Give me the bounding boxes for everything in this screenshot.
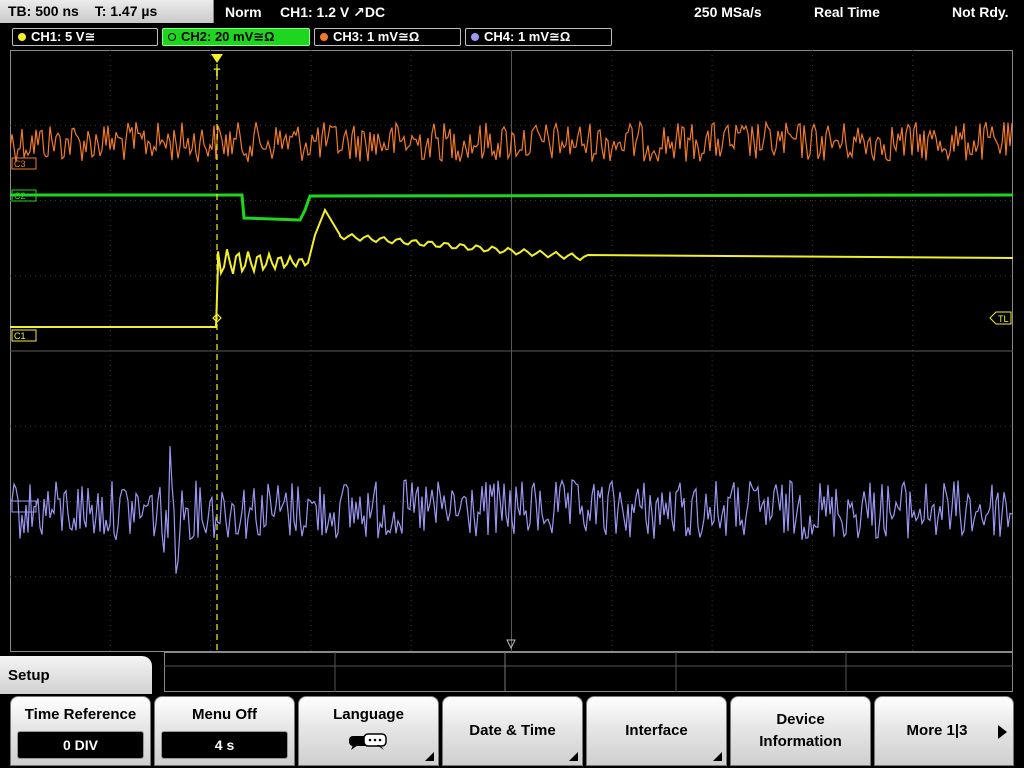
timebase-readout[interactable]: TB: 500 ns T: 1.47 µs [0,0,214,23]
status-bar: TB: 500 ns T: 1.47 µs Norm CH1: 1.2 V ↗D… [0,0,1024,24]
timebase-value: TB: 500 ns [8,3,79,19]
trigger-position-label: T [214,67,221,79]
submenu-indicator-icon [713,752,722,761]
interface-button[interactable]: Interface [586,696,727,766]
ch3-color-icon [320,33,328,41]
device-information-button[interactable]: Device Information [730,696,871,766]
trigger-time-value: T: 1.47 µs [94,3,158,19]
menu-off-value: 4 s [161,731,288,759]
ch3-marker-label: C3 [14,159,26,169]
ch1-marker-label: C1 [14,331,26,341]
device-information-text: Device Information [731,697,870,765]
ch2-label: CH2: 20 mV≅Ω [181,29,275,44]
trigger-mode[interactable]: Norm [225,0,262,24]
arrow-right-icon [998,725,1007,739]
trigger-setting[interactable]: CH1: 1.2 V ↗DC [280,0,385,24]
acquisition-mode: Real Time [814,4,880,20]
device-information-line2: Information [759,733,842,750]
trigger-level-label: TL [998,314,1009,324]
submenu-indicator-icon [425,752,434,761]
interface-label: Interface [625,722,688,739]
sample-rate: 250 MSa/s [694,4,762,20]
date-time-label: Date & Time [469,722,556,739]
more-button[interactable]: More 1|3 [874,696,1014,766]
time-reference-button[interactable]: Time Reference 0 DIV [10,696,151,766]
info-strip [164,652,1013,692]
time-reference-value: 0 DIV [17,731,144,759]
speech-bubbles-icon [349,733,387,750]
waveform-display[interactable]: T C3 C2 C1 TL [10,50,1013,652]
ch3-label: CH3: 1 mV≅Ω [333,29,420,44]
menu-section-title: Setup [0,656,152,696]
tab-ch3[interactable]: CH3: 1 mV≅Ω [314,28,461,46]
menu-off-label: Menu Off [192,706,257,723]
ch1-color-icon [18,33,26,41]
more-label: More 1|3 [906,722,968,739]
tab-ch4[interactable]: CH4: 1 mV≅Ω [465,28,612,46]
softkey-menu: Time Reference 0 DIV Menu Off 4 s Langua… [0,694,1024,768]
language-label: Language [333,706,404,723]
ch1-label: CH1: 5 V≅ [31,29,96,44]
device-information-line1: Device [776,711,825,728]
date-time-button[interactable]: Date & Time [442,696,583,766]
ch4-label: CH4: 1 mV≅Ω [484,29,571,44]
ch4-color-icon [471,33,479,41]
tab-ch2[interactable]: CH2: 20 mV≅Ω [162,28,310,46]
language-button[interactable]: Language [298,696,439,766]
ch2-marker-label: C2 [14,191,26,201]
submenu-indicator-icon [569,752,578,761]
time-reference-label: Time Reference [24,706,137,723]
tab-ch1[interactable]: CH1: 5 V≅ [12,28,158,46]
ch2-color-icon [168,33,176,41]
menu-off-button[interactable]: Menu Off 4 s [154,696,295,766]
acquisition-state: Not Rdy. [952,4,1009,20]
